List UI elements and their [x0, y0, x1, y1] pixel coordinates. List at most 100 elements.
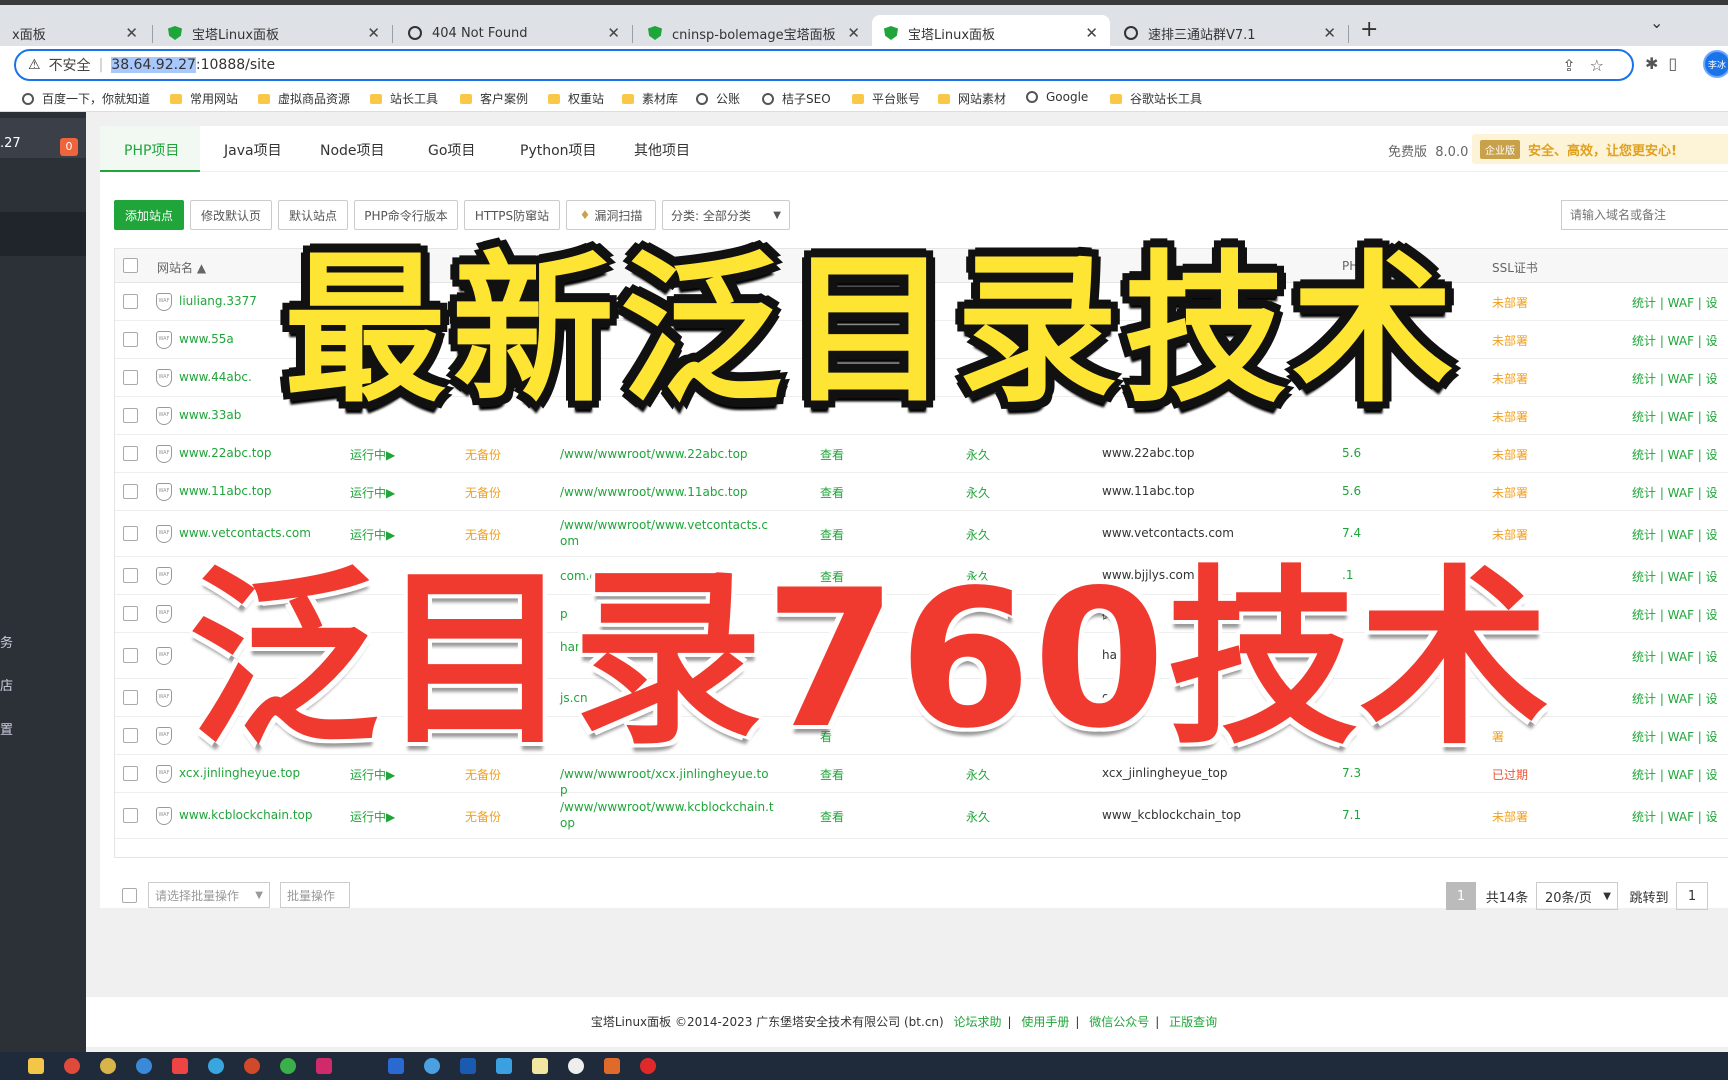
telegram-icon[interactable] — [496, 1058, 512, 1074]
site-status[interactable]: 运行中▶ — [350, 808, 395, 825]
row-checkbox[interactable] — [123, 332, 138, 347]
tab-other[interactable]: 其他项目 — [634, 140, 690, 160]
site-root-path[interactable]: /www/wwwroot/www.vetcontacts.com — [560, 517, 775, 549]
bookmark-item[interactable]: 谷歌站长工具 — [1110, 90, 1202, 107]
row-checkbox[interactable] — [123, 370, 138, 385]
site-note[interactable]: www.vetcontacts.com — [1102, 526, 1234, 540]
bookmark-item[interactable]: 网站素材 — [938, 90, 1006, 107]
expire-date[interactable]: 永久 — [966, 808, 990, 825]
row-checkbox[interactable] — [123, 484, 138, 499]
chevron-down-icon[interactable]: ⌄ — [1650, 13, 1663, 32]
site-root-path[interactable]: /www/wwwroot/www.kcblockchain.top — [560, 799, 775, 831]
bookmark-item[interactable]: 百度一下，你就知道 — [22, 90, 150, 107]
site-note[interactable]: www_kcblockchain_top — [1102, 808, 1241, 822]
row-checkbox[interactable] — [123, 446, 138, 461]
table-row[interactable]: WAF www.22abc.top 运行中▶ 无备份/www/wwwroot/www.… — [115, 435, 1728, 473]
bookmark-item[interactable]: 站长工具 — [370, 90, 438, 107]
sidebar-item-tasks[interactable]: 务 — [0, 632, 13, 651]
wechat-icon[interactable] — [280, 1058, 296, 1074]
row-actions[interactable]: 统计 | WAF | 设 — [1632, 484, 1718, 501]
app-icon[interactable] — [172, 1058, 188, 1074]
row-actions[interactable]: 统计 | WAF | 设 — [1632, 568, 1718, 585]
bookmark-item[interactable]: 虚拟商品资源 — [258, 90, 350, 107]
site-note[interactable]: www.22abc.top — [1102, 446, 1194, 460]
site-name-link[interactable]: www.11abc.top — [179, 484, 271, 498]
view-link[interactable]: 查看 — [820, 446, 844, 463]
address-bar[interactable]: ⚠ 不安全 | 38.64.92.27 :10888/site ⇪☆ — [14, 49, 1634, 81]
bookmark-item[interactable]: Google — [1026, 90, 1088, 104]
ssl-status[interactable]: 未部署 — [1492, 526, 1528, 543]
site-name-link[interactable]: www.22abc.top — [179, 446, 271, 460]
footer-link-manual[interactable]: 使用手册 — [1021, 1015, 1069, 1029]
row-checkbox[interactable] — [123, 408, 138, 423]
php-version[interactable]: 7.4 — [1342, 526, 1361, 540]
backup-status[interactable]: 无备份 — [465, 484, 501, 501]
category-select[interactable]: 分类: 全部分类 ▼ — [662, 200, 790, 230]
tab-go[interactable]: Go项目 — [428, 140, 475, 160]
notification-badge[interactable]: 0 — [60, 138, 78, 156]
row-checkbox[interactable] — [123, 766, 138, 781]
select-all-checkbox[interactable] — [123, 258, 138, 273]
row-checkbox[interactable] — [123, 294, 138, 309]
row-actions[interactable]: 统计 | WAF | 设 — [1632, 808, 1718, 825]
folder-icon[interactable] — [28, 1058, 44, 1074]
expire-date[interactable]: 永久 — [966, 526, 990, 543]
bookmark-item[interactable]: 客户案例 — [460, 90, 528, 107]
close-icon[interactable]: ✕ — [847, 24, 860, 42]
bookmark-item[interactable]: 平台账号 — [852, 90, 920, 107]
add-site-button[interactable]: 添加站点 — [114, 200, 184, 230]
share-star-icons[interactable]: ⇪☆ — [1562, 56, 1618, 75]
php-version[interactable]: 5.6 — [1342, 484, 1361, 498]
col-name[interactable]: 网站名 ▲ — [157, 259, 206, 276]
modify-default-page-button[interactable]: 修改默认页 — [190, 200, 272, 230]
expire-date[interactable]: 永久 — [966, 484, 990, 501]
ssl-status[interactable]: 未部署 — [1492, 484, 1528, 501]
record-icon[interactable] — [640, 1058, 656, 1074]
row-actions[interactable]: 统计 | WAF | 设 — [1632, 526, 1718, 543]
promo-banner[interactable]: 企业版 安全、高效，让您更安心! — [1472, 134, 1728, 164]
search-icon[interactable] — [208, 1058, 224, 1074]
url-path[interactable]: :10888/site — [196, 57, 275, 73]
row-actions[interactable]: 统计 | WAF | 设 — [1632, 766, 1718, 783]
bookmark-item[interactable]: 素材库 — [622, 90, 678, 107]
site-name-link[interactable]: www.vetcontacts.com — [179, 526, 311, 540]
php-version[interactable]: 7.1 — [1342, 808, 1361, 822]
table-row[interactable]: WAF www.11abc.top 运行中▶ 无备份/www/wwwroot/www.… — [115, 473, 1728, 511]
sidebar-item-active[interactable] — [0, 212, 86, 256]
row-checkbox[interactable] — [123, 808, 138, 823]
row-actions[interactable]: 统计 | WAF | 设 — [1632, 446, 1718, 463]
footer-link-license[interactable]: 正版查询 — [1169, 1015, 1217, 1029]
chrome-icon[interactable] — [64, 1058, 80, 1074]
sidebar-item-store[interactable]: 店 — [0, 675, 13, 694]
site-status[interactable]: 运行中▶ — [350, 484, 395, 501]
tab-java[interactable]: Java项目 — [224, 140, 282, 160]
row-actions[interactable]: 统计 | WAF | 设 — [1632, 728, 1718, 745]
page-1-button[interactable]: 1 — [1446, 882, 1476, 910]
bookmark-item[interactable]: 桔子SEO — [762, 90, 831, 107]
row-actions[interactable]: 统计 | WAF | 设 — [1632, 648, 1718, 665]
url-host[interactable]: 38.64.92.27 — [111, 57, 196, 73]
bookmark-item[interactable]: 权重站 — [548, 90, 604, 107]
app-icon[interactable] — [388, 1058, 404, 1074]
warning-icon[interactable]: ⚠ — [28, 57, 41, 73]
site-root-path[interactable]: /www/wwwroot/www.11abc.top — [560, 484, 775, 500]
close-icon[interactable]: ✕ — [1323, 24, 1336, 42]
close-icon[interactable]: ✕ — [367, 24, 380, 42]
bulk-action-select[interactable]: 请选择批量操作 ▼ — [148, 882, 270, 908]
site-name-link[interactable]: www.55a — [179, 332, 234, 346]
notepad-icon[interactable] — [532, 1058, 548, 1074]
app-icon[interactable] — [424, 1058, 440, 1074]
php-version[interactable]: 5.6 — [1342, 446, 1361, 460]
ssl-status[interactable]: 未部署 — [1492, 446, 1528, 463]
footer-link-wechat[interactable]: 微信公众号 — [1089, 1015, 1149, 1029]
close-icon[interactable]: ✕ — [607, 24, 620, 42]
table-row[interactable]: WAF www.kcblockchain.top 运行中▶ 无备份/www/wwwro… — [115, 793, 1728, 839]
tab-python[interactable]: Python项目 — [520, 140, 597, 160]
ssl-status[interactable]: 未部署 — [1492, 808, 1528, 825]
per-page-select[interactable]: 20条/页 ▼ — [1536, 882, 1618, 910]
tab-php[interactable]: PHP项目 — [124, 140, 179, 160]
view-link[interactable]: 查看 — [820, 808, 844, 825]
row-actions[interactable]: 统计 | WAF | 设 — [1632, 370, 1718, 387]
site-status[interactable]: 运行中▶ — [350, 446, 395, 463]
tab-node[interactable]: Node项目 — [320, 140, 385, 160]
